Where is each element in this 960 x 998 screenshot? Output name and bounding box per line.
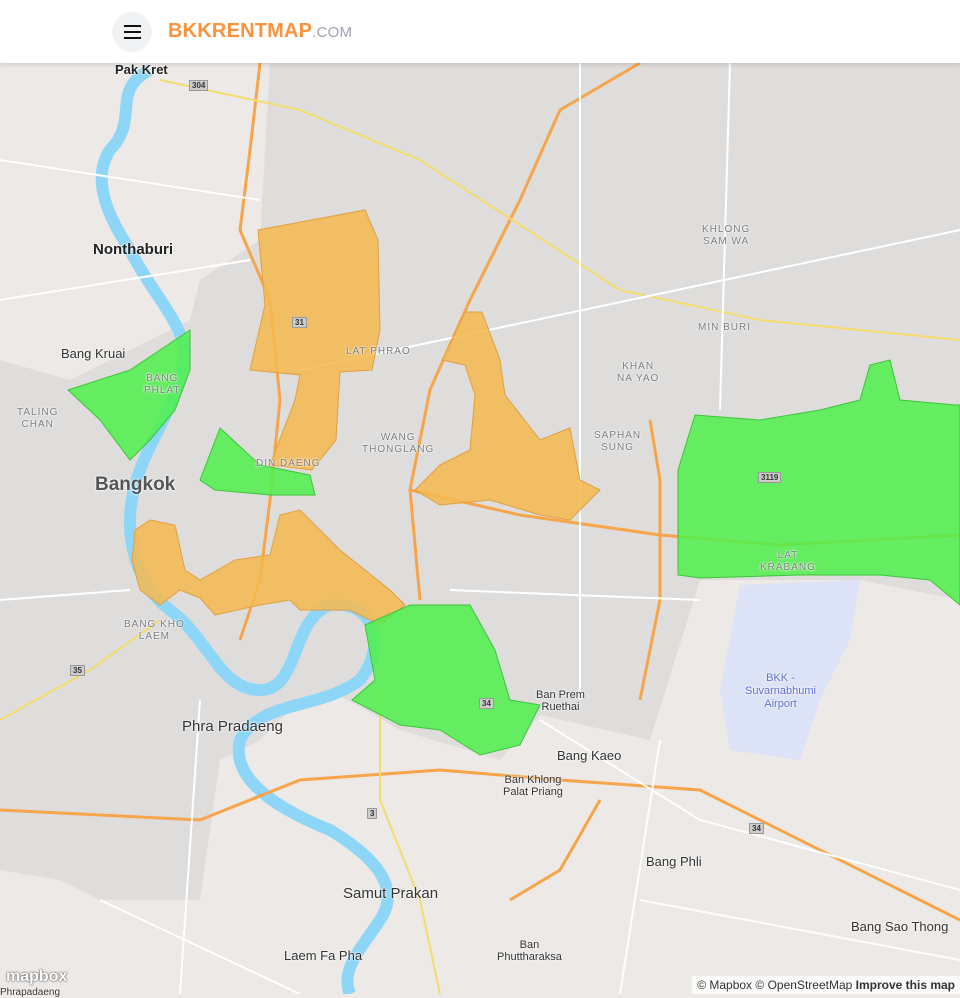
route-shield: 304 bbox=[189, 80, 209, 91]
brand-name: BKKRENTMAP bbox=[168, 20, 313, 42]
district-lat-phrao: LAT PHRAO bbox=[346, 346, 411, 357]
label-bangkok: Bangkok bbox=[95, 474, 176, 495]
label-suvarnabhumi-airport: BKK - Suvarnabhumi Airport bbox=[745, 672, 816, 710]
label-laem-fa-pha: Laem Fa Pha bbox=[284, 948, 363, 963]
label-bang-kruai: Bang Kruai bbox=[61, 346, 126, 361]
district-taling-chan: TALING CHAN bbox=[17, 407, 59, 430]
label-ban-phuttharaksa: Ban Phuttharaksa bbox=[497, 939, 562, 963]
improve-map-link[interactable]: Improve this map bbox=[856, 978, 955, 992]
hamburger-icon-line bbox=[123, 37, 141, 39]
route-shield: 34 bbox=[749, 823, 764, 834]
district-wang-thonglang: WANG THONGLANG bbox=[362, 432, 435, 455]
label-nonthaburi: Nonthaburi bbox=[93, 241, 173, 258]
district-khlong-sam-wa: KHLONG SAM WA bbox=[702, 224, 751, 247]
district-bang-phlat: BANG PHLAT bbox=[144, 373, 181, 396]
district-lat-krabang: LAT KRABANG bbox=[760, 550, 816, 573]
route-shield: 3 bbox=[367, 808, 378, 819]
hamburger-icon-line bbox=[123, 31, 141, 33]
osm-attribution-link[interactable]: © OpenStreetMap bbox=[755, 978, 852, 992]
label-ban-khlong-palat-priang: Ban Khlong Palat Priang bbox=[503, 774, 563, 798]
label-phrapadaeng: Phrapadaeng bbox=[0, 987, 61, 998]
district-bang-kho-laem: BANG KHO LAEM bbox=[124, 619, 185, 642]
route-shield: 34 bbox=[479, 698, 494, 709]
district-khan-na-yao: KHAN NA YAO bbox=[617, 361, 660, 384]
label-bang-sao-thong: Bang Sao Thong bbox=[851, 919, 949, 934]
label-bang-kaeo: Bang Kaeo bbox=[557, 748, 622, 763]
district-din-daeng: DIN DAENG bbox=[256, 458, 321, 469]
brand-tld: .COM bbox=[312, 24, 353, 41]
hamburger-icon bbox=[123, 25, 141, 27]
route-shield: 35 bbox=[70, 665, 85, 676]
map-canvas[interactable] bbox=[0, 0, 960, 994]
label-pak-kret: Pak Kret bbox=[115, 62, 168, 77]
brand-logo[interactable]: BKKRENTMAP.COM bbox=[168, 20, 352, 43]
map-attribution: © Mapbox © OpenStreetMap Improve this ma… bbox=[692, 976, 960, 994]
mapbox-attribution-link[interactable]: © Mapbox bbox=[697, 978, 752, 992]
menu-button[interactable] bbox=[112, 12, 152, 52]
label-phra-pradaeng: Phra Pradaeng bbox=[182, 718, 283, 735]
district-min-buri: MIN BURI bbox=[698, 322, 751, 333]
top-header: BKKRENTMAP.COM bbox=[0, 0, 960, 63]
route-shield: 31 bbox=[292, 317, 307, 328]
mapbox-logo[interactable]: mapbox bbox=[6, 968, 67, 986]
label-ban-prem-ruethai: Ban Prem Ruethai bbox=[536, 689, 585, 713]
route-shield: 3119 bbox=[758, 472, 782, 483]
label-samut-prakan: Samut Prakan bbox=[343, 885, 439, 902]
district-saphan-sung: SAPHAN SUNG bbox=[594, 430, 642, 453]
label-bang-phli: Bang Phli bbox=[646, 854, 702, 869]
